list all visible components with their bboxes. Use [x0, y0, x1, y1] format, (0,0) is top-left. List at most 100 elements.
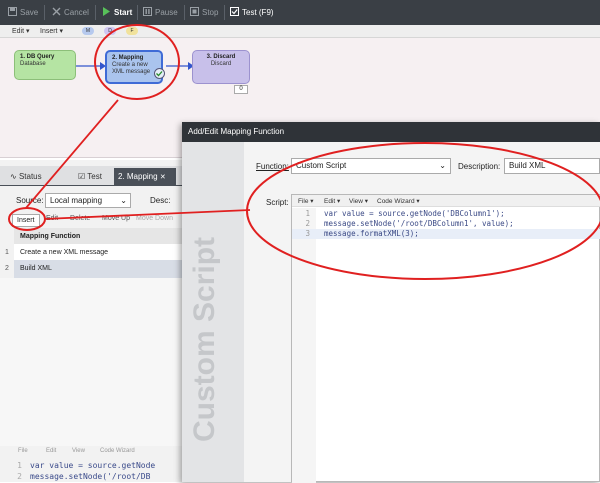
- filter-pill[interactable]: F: [126, 27, 138, 35]
- delete-button[interactable]: Delete: [70, 215, 90, 222]
- check-icon: [154, 68, 165, 79]
- close-icon: [52, 7, 61, 16]
- view-menu[interactable]: View ▾: [349, 197, 368, 205]
- node-subtitle: Discard: [210, 61, 232, 67]
- stop-button[interactable]: Stop: [190, 7, 218, 19]
- tab-test[interactable]: ☑ Test: [74, 168, 106, 185]
- source-label: Source:: [16, 196, 44, 205]
- db-query-node[interactable]: 1. DB Query Database: [14, 50, 76, 80]
- desc-label: Desc:: [150, 196, 171, 205]
- toolbar-separator: [224, 5, 225, 20]
- toolbar-separator: [44, 5, 45, 20]
- start-button[interactable]: Start: [102, 7, 132, 19]
- description-label: Description:: [458, 162, 501, 171]
- row-label: Create a new XML message: [20, 249, 109, 256]
- file-menu-label: File: [298, 198, 309, 205]
- script-line: 3 message.formatXML(3);: [292, 229, 600, 239]
- description-value: Build XML: [509, 161, 546, 170]
- mapping-function-dialog: Add/Edit Mapping Function Custom Script …: [182, 122, 600, 483]
- insert-button[interactable]: Insert: [12, 214, 40, 227]
- map-pill[interactable]: M: [82, 27, 94, 35]
- node-title: 2. Mapping: [112, 55, 144, 61]
- checkbox-icon: ☑: [78, 172, 86, 181]
- workflow-edit-menu[interactable]: Edit ▾: [12, 27, 30, 35]
- move-up-button[interactable]: Move Up: [102, 215, 130, 222]
- workflow-insert-menu[interactable]: Insert ▾: [40, 27, 63, 35]
- node-subtitle: Create a new XML message: [112, 62, 151, 75]
- function-value: Custom Script: [296, 161, 347, 170]
- table-row[interactable]: 2 Build XML: [5, 260, 190, 278]
- script-menubar: File ▾ Edit ▾ View ▾ Code Wizard ▾: [292, 195, 600, 207]
- test-label: Test (F9): [242, 8, 274, 17]
- tab-status[interactable]: ∿ Status: [6, 168, 46, 185]
- view-menu[interactable]: View: [72, 448, 85, 454]
- function-label: Function:: [256, 162, 289, 171]
- checkbox-icon: [230, 7, 239, 16]
- file-menu[interactable]: File ▾: [298, 197, 314, 205]
- flow-arrow: [166, 62, 194, 70]
- cancel-label: Cancel: [64, 8, 89, 17]
- tab-test-label: Test: [87, 172, 102, 181]
- function-label-text: Function:: [256, 162, 289, 171]
- line-number: 2: [17, 472, 22, 481]
- pause-label: Pause: [155, 8, 178, 17]
- node-title: 3. Discard: [206, 54, 236, 60]
- code-text: var value = source.getNode: [30, 461, 156, 470]
- function-select[interactable]: Custom Script ⌄: [291, 158, 451, 174]
- column-header-label: Mapping Function: [20, 233, 81, 240]
- pause-button[interactable]: Pause: [143, 7, 178, 19]
- script-text: message.setNode('/root/DBColumn1', value…: [324, 219, 514, 228]
- close-icon[interactable]: ✕: [160, 174, 166, 181]
- line-number: 1: [17, 461, 22, 470]
- mapping-node[interactable]: 2. Mapping Create a new XML message: [105, 50, 165, 84]
- tab-status-label: Status: [18, 172, 42, 181]
- chevron-down-icon: ⌄: [120, 196, 127, 205]
- code-menubar: File Edit View Code Wizard: [14, 448, 190, 458]
- code-wizard-menu[interactable]: Code Wizard ▾: [377, 197, 420, 205]
- test-button[interactable]: Test (F9): [230, 7, 274, 19]
- code-text: message.setNode('/root/DB: [30, 472, 151, 481]
- mapping-actions: Insert Edit Delete Move Up Move Down: [12, 214, 190, 228]
- file-menu[interactable]: File: [18, 448, 28, 454]
- toolbar-separator: [95, 5, 96, 20]
- edit-menu-label: Edit: [324, 198, 336, 205]
- edit-menu[interactable]: Edit ▾: [324, 197, 340, 205]
- script-line: 1 var value = source.getNode('DBColumn1'…: [292, 209, 600, 219]
- watermark-text: Custom Script: [188, 236, 221, 442]
- stop-icon: [190, 7, 199, 16]
- line-number: 3: [305, 229, 310, 238]
- edit-button[interactable]: Edit: [46, 215, 58, 222]
- chevron-down-icon: ⌄: [439, 161, 446, 170]
- description-input[interactable]: Build XML: [504, 158, 600, 174]
- line-number: 1: [305, 209, 310, 218]
- code-wizard-menu-label: Code Wizard: [377, 198, 415, 205]
- script-label: Script:: [266, 198, 289, 207]
- tab-mapping-label: 2. Mapping: [118, 172, 158, 181]
- discard-count-badge: 0: [234, 85, 248, 94]
- move-down-button[interactable]: Move Down: [136, 215, 173, 222]
- edit-menu[interactable]: Edit: [46, 448, 56, 454]
- dialog-sidebar: Custom Script: [182, 142, 244, 482]
- row-label: Build XML: [20, 265, 52, 272]
- save-button[interactable]: Save: [8, 7, 38, 19]
- toolbar-separator: [137, 5, 138, 20]
- node-subtitle: Database: [20, 61, 46, 67]
- tab-mapping[interactable]: 2. Mapping ✕: [114, 168, 176, 185]
- view-menu-label: View: [349, 198, 363, 205]
- flow-arrow: [76, 62, 106, 70]
- discard-node[interactable]: 3. Discard Discard: [192, 50, 250, 84]
- cancel-button[interactable]: Cancel: [52, 7, 89, 19]
- pulse-icon: ∿: [10, 172, 17, 181]
- script-line: 2 message.setNode('/root/DBColumn1', val…: [292, 219, 600, 229]
- discard-pill[interactable]: D: [104, 27, 116, 35]
- row-number: 2: [5, 265, 9, 272]
- script-text: var value = source.getNode('DBColumn1');: [324, 209, 505, 218]
- workflow-insert-label: Insert: [40, 28, 58, 35]
- source-select[interactable]: Local mapping ⌄: [45, 193, 131, 208]
- line-gutter: [292, 208, 316, 483]
- left-pane: ∿ Status ☑ Test 2. Mapping ✕ Source: Loc…: [0, 160, 190, 482]
- code-wizard-menu[interactable]: Code Wizard: [100, 448, 135, 454]
- script-editor[interactable]: File ▾ Edit ▾ View ▾ Code Wizard ▾ 1 var…: [291, 194, 600, 483]
- workflow-menubar: Edit ▾ Insert ▾ M D F: [0, 25, 600, 38]
- script-text: message.formatXML(3);: [324, 229, 419, 238]
